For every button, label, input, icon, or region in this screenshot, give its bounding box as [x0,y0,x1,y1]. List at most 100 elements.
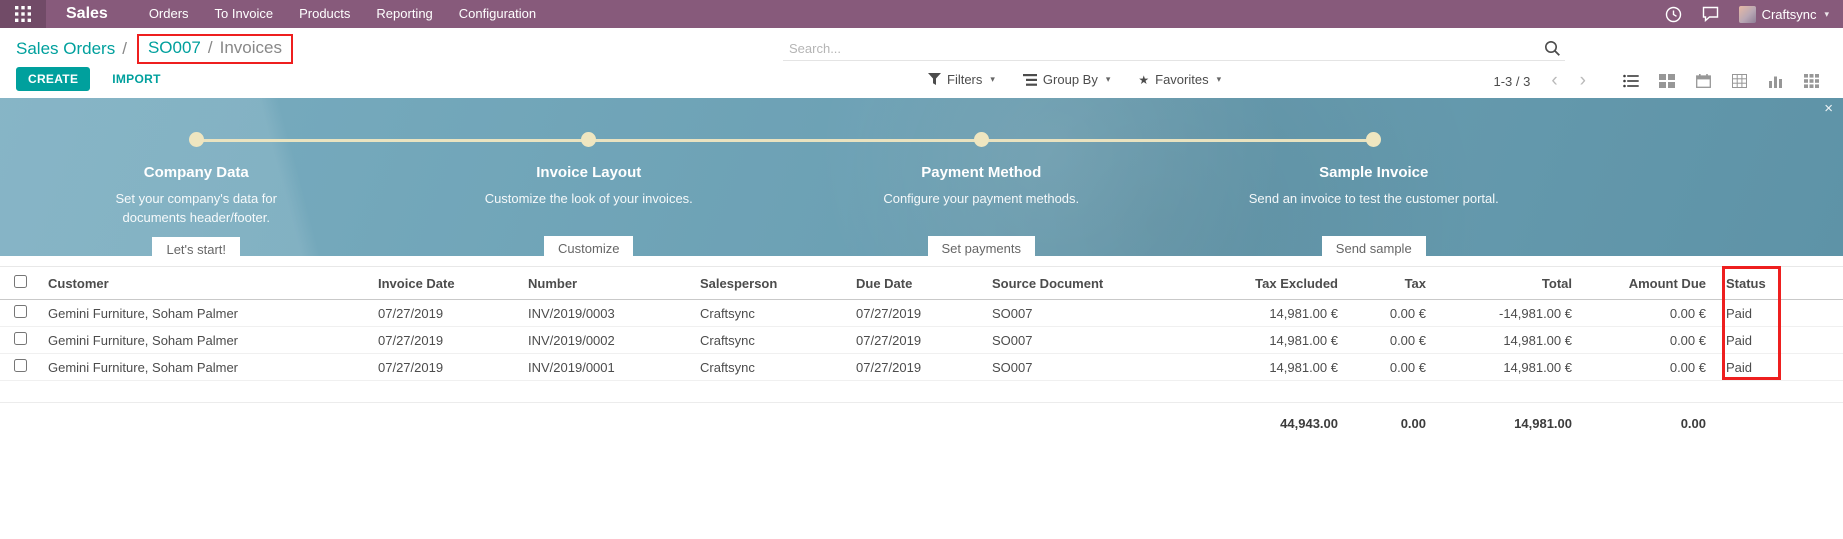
empty-row [0,381,1843,403]
step-invoice-layout: Invoice Layout Customize the look of you… [393,126,786,262]
view-dashboard-button[interactable] [1793,68,1829,94]
graph-view-icon [1768,74,1783,88]
cell-amount-due: 0.00 € [1582,354,1716,381]
cell-tax: 0.00 € [1348,354,1436,381]
table-row[interactable]: Gemini Furniture, Soham Palmer 07/27/201… [0,327,1843,354]
pivot-view-icon [1732,74,1747,88]
row-checkbox[interactable] [14,359,27,372]
breadcrumb-separator: / [122,39,127,59]
cell-number: INV/2019/0003 [518,300,690,327]
cell-tax-excluded: 14,981.00 € [1198,300,1348,327]
row-checkbox-cell [0,300,38,327]
view-switcher [1613,68,1829,94]
step-description: Customize the look of your invoices. [439,190,739,227]
lets-start-button[interactable]: Let's start! [152,237,240,262]
header-invoice-date[interactable]: Invoice Date [368,267,518,300]
view-kanban-button[interactable] [1649,68,1685,94]
apps-menu-button[interactable] [0,0,46,28]
table-row[interactable]: Gemini Furniture, Soham Palmer 07/27/201… [0,300,1843,327]
set-payments-button[interactable]: Set payments [928,236,1036,261]
table-row[interactable]: Gemini Furniture, Soham Palmer 07/27/201… [0,354,1843,381]
group-by-icon [1023,74,1037,86]
row-checkbox[interactable] [14,305,27,318]
step-description: Set your company's data for documents he… [94,190,299,228]
cell-customer: Gemini Furniture, Soham Palmer [38,354,368,381]
menu-orders[interactable]: Orders [136,0,202,28]
row-checkbox[interactable] [14,332,27,345]
apps-grid-icon [15,6,31,22]
row-checkbox-cell [0,354,38,381]
activities-clock-icon[interactable] [1665,6,1682,23]
cell-total: -14,981.00 € [1436,300,1582,327]
onboarding-banner: × Company Data Set your company's data f… [0,98,1843,256]
step-dot-icon [974,132,989,147]
view-list-button[interactable] [1613,68,1649,94]
control-panel-buttons-row: CREATE IMPORT Filters ▾ Group By ▾ ★ Fav… [0,64,1843,98]
cell-status: Paid [1716,354,1843,381]
header-due-date[interactable]: Due Date [846,267,982,300]
total-amount-due: 0.00 [1582,403,1716,438]
select-all-checkbox[interactable] [14,275,27,288]
search-options: Filters ▾ Group By ▾ ★ Favorites ▾ [928,72,1221,87]
cell-due-date: 07/27/2019 [846,300,982,327]
header-salesperson[interactable]: Salesperson [690,267,846,300]
cell-number: INV/2019/0002 [518,327,690,354]
close-icon[interactable]: × [1824,101,1833,116]
groupby-label: Group By [1043,72,1098,87]
header-customer[interactable]: Customer [38,267,368,300]
header-tax-excluded[interactable]: Tax Excluded [1198,267,1348,300]
view-graph-button[interactable] [1757,68,1793,94]
pager-next-button[interactable]: › [1569,70,1597,92]
search-icon[interactable] [1544,40,1561,57]
breadcrumb-sales-orders[interactable]: Sales Orders [16,39,115,59]
cell-due-date: 07/27/2019 [846,354,982,381]
app-title[interactable]: Sales [46,5,136,23]
total-tax-excluded: 44,943.00 [1198,403,1348,438]
breadcrumb-so007[interactable]: SO007 [148,38,201,58]
send-sample-button[interactable]: Send sample [1322,236,1426,261]
pager-previous-button[interactable]: ‹ [1540,70,1568,92]
user-menu[interactable]: Craftsync ▾ [1739,6,1829,23]
favorites-label: Favorites [1155,72,1208,87]
chevron-down-icon: ▾ [1217,74,1222,85]
filters-dropdown[interactable]: Filters ▾ [928,72,995,87]
cell-salesperson: Craftsync [690,300,846,327]
search-input[interactable] [787,40,1544,57]
view-calendar-button[interactable] [1685,68,1721,94]
invoices-table: Customer Invoice Date Number Salesperson… [0,266,1843,437]
header-tax[interactable]: Tax [1348,267,1436,300]
header-status[interactable]: Status [1716,267,1843,300]
create-button[interactable]: CREATE [16,67,90,91]
groupby-dropdown[interactable]: Group By ▾ [1023,72,1110,87]
view-pivot-button[interactable] [1721,68,1757,94]
step-company-data: Company Data Set your company's data for… [0,126,393,262]
messages-chat-icon[interactable] [1702,6,1719,22]
step-dot-icon [581,132,596,147]
row-checkbox-cell [0,327,38,354]
systray: Craftsync ▾ [1665,6,1843,23]
cell-total: 14,981.00 € [1436,327,1582,354]
select-all-checkbox-cell [0,267,38,300]
cell-customer: Gemini Furniture, Soham Palmer [38,327,368,354]
step-description: Configure your payment methods. [831,190,1131,227]
header-amount-due[interactable]: Amount Due [1582,267,1716,300]
step-title: Sample Invoice [1178,164,1571,181]
import-button[interactable]: IMPORT [106,71,166,87]
cell-tax-excluded: 14,981.00 € [1198,327,1348,354]
menu-reporting[interactable]: Reporting [363,0,445,28]
favorites-dropdown[interactable]: ★ Favorites ▾ [1138,72,1221,87]
action-buttons: CREATE IMPORT [16,67,167,91]
header-number[interactable]: Number [518,267,690,300]
menu-to-invoice[interactable]: To Invoice [202,0,287,28]
cell-tax: 0.00 € [1348,327,1436,354]
dashboard-grid-icon [1804,74,1819,88]
header-source-document[interactable]: Source Document [982,267,1198,300]
cell-invoice-date: 07/27/2019 [368,354,518,381]
cell-amount-due: 0.00 € [1582,300,1716,327]
menu-products[interactable]: Products [286,0,363,28]
customize-button[interactable]: Customize [544,236,633,261]
cell-number: INV/2019/0001 [518,354,690,381]
menu-configuration[interactable]: Configuration [446,0,549,28]
header-total[interactable]: Total [1436,267,1582,300]
cell-due-date: 07/27/2019 [846,327,982,354]
